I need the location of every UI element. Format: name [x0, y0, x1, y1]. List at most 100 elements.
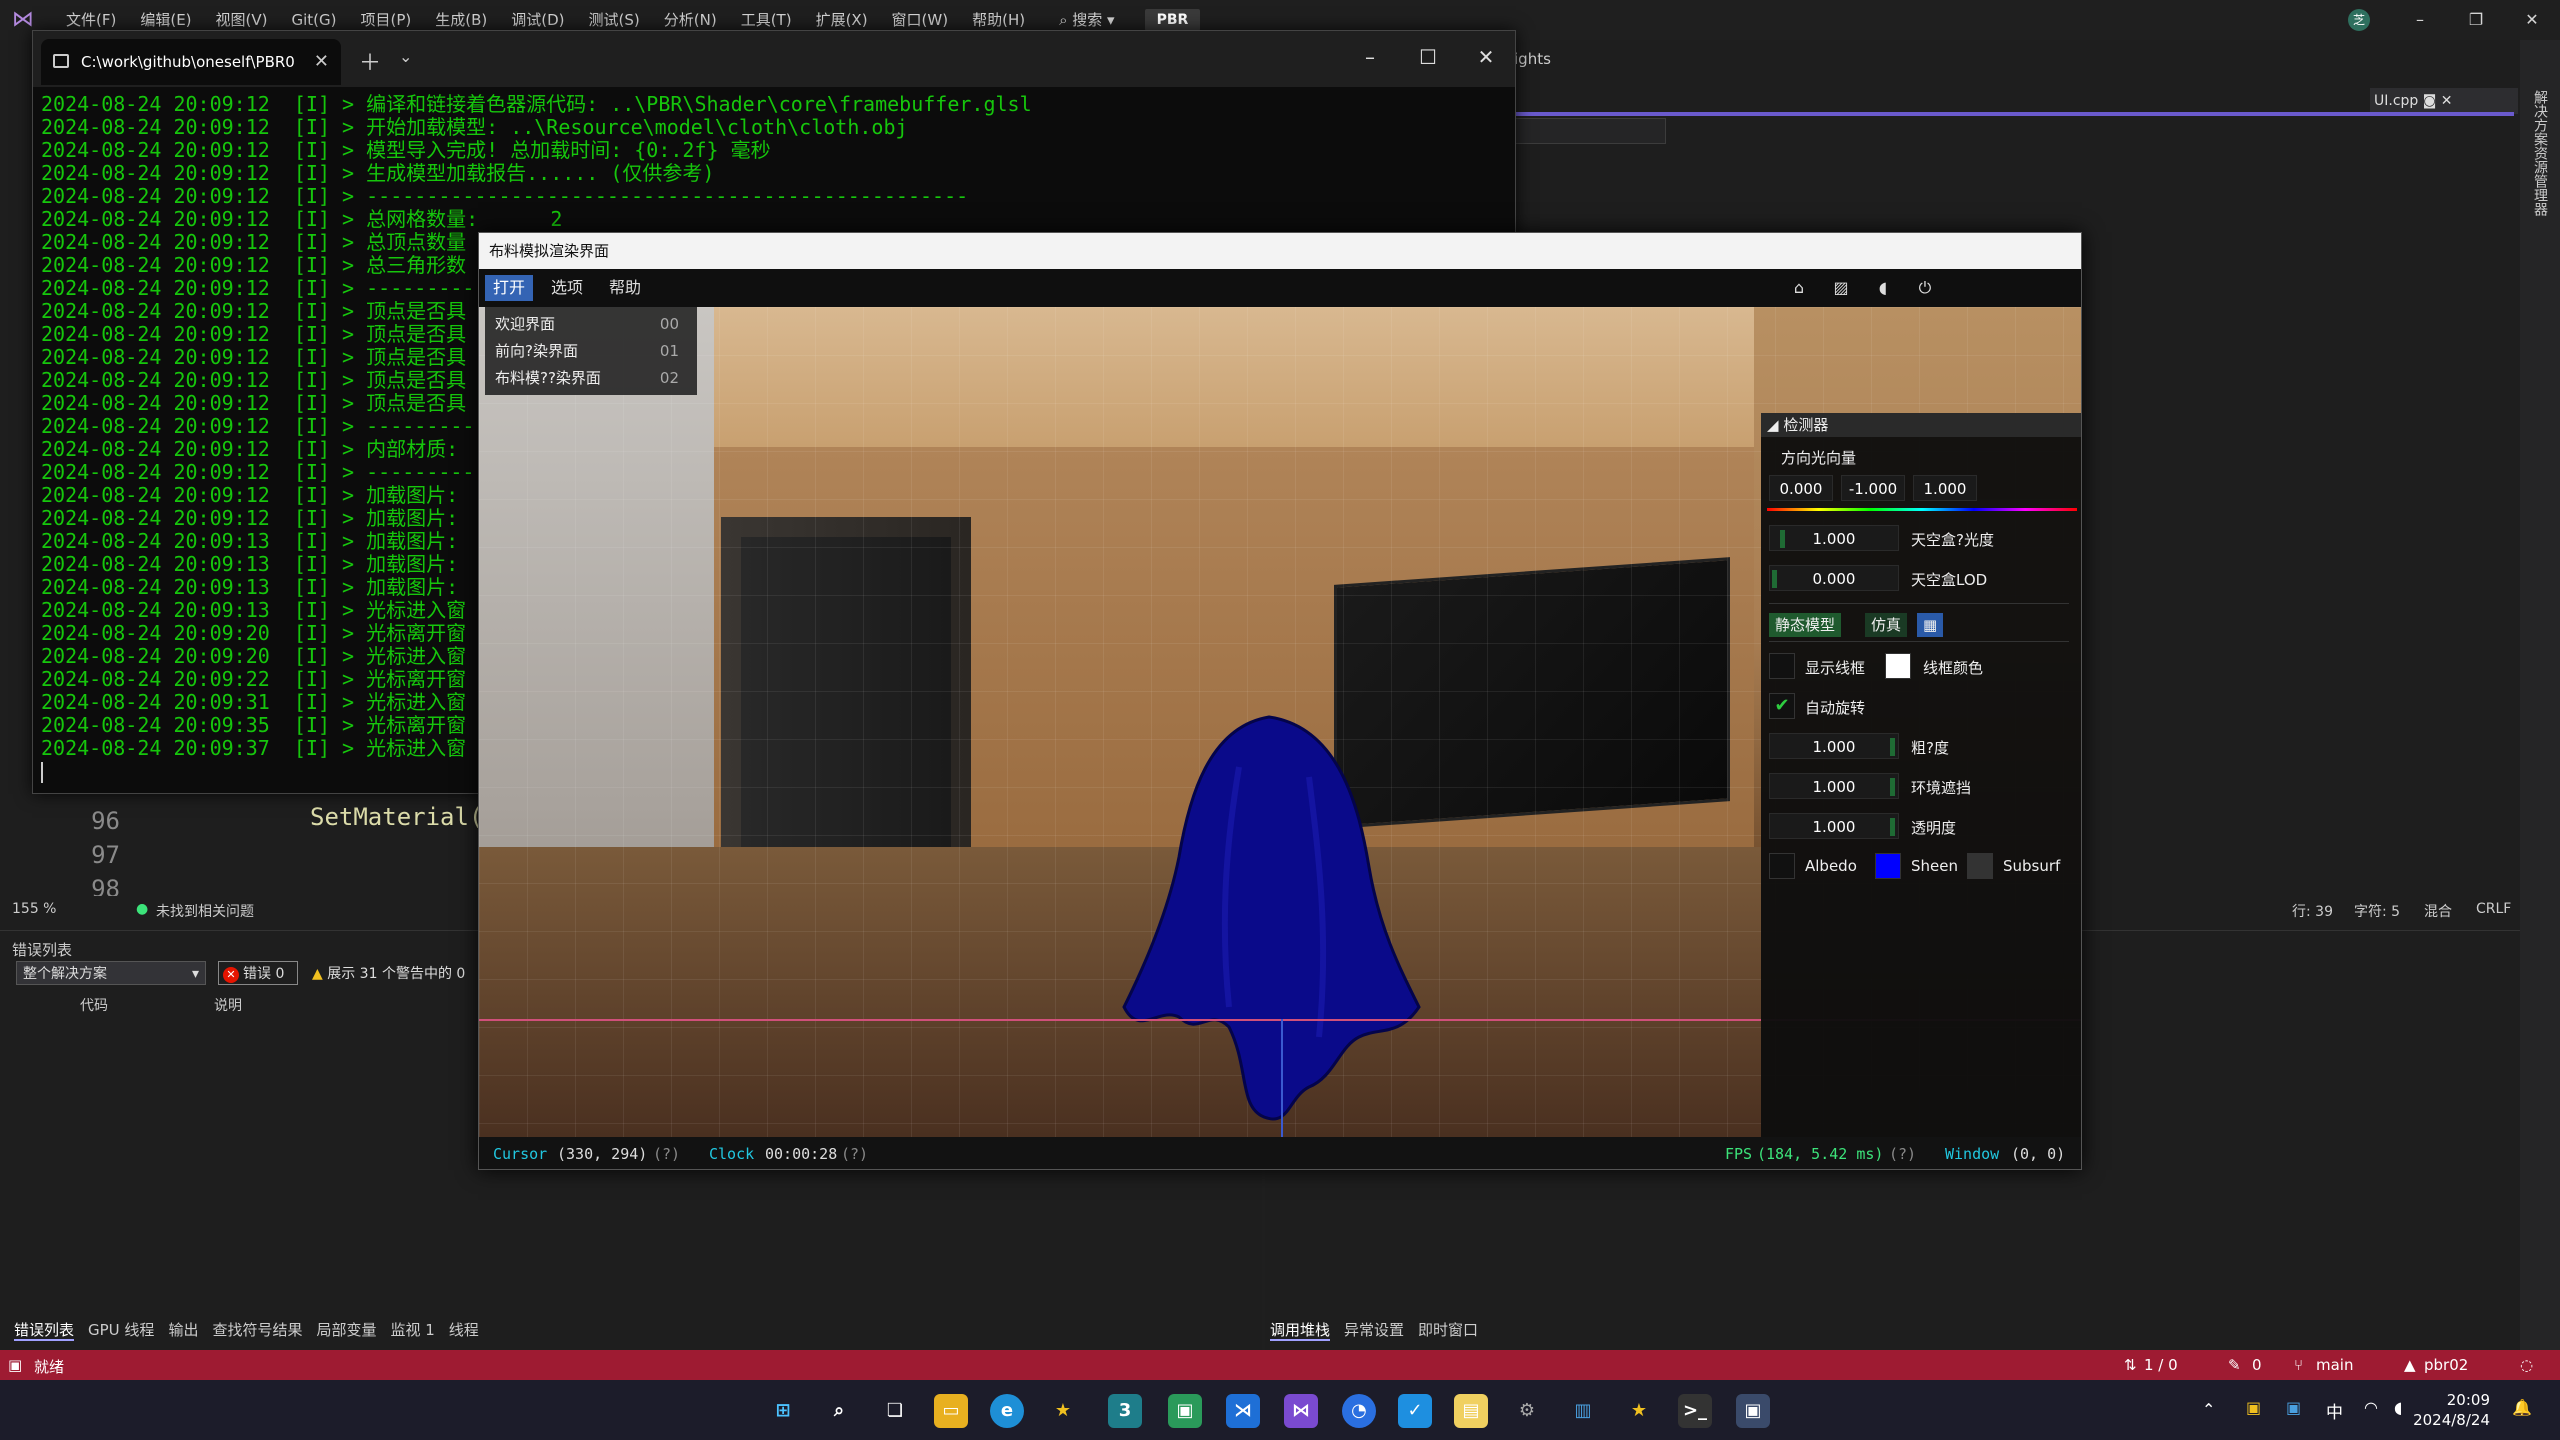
bell-icon[interactable]: 🔔	[2512, 1398, 2532, 1417]
task-view-icon[interactable]: ❏	[878, 1394, 912, 1428]
cloth-model	[1122, 715, 1421, 1121]
column-header-code[interactable]: 代码	[80, 995, 108, 1015]
issues-text[interactable]: 未找到相关问题	[156, 901, 254, 921]
light-dir-y[interactable]: -1.000	[1841, 475, 1905, 501]
tray-app-icon[interactable]: ▣	[2246, 1398, 2261, 1417]
warning-filter-button[interactable]: ▲ 展示 31 个警告中的 0	[312, 963, 465, 983]
tab-error-list[interactable]: 错误列表	[14, 1321, 75, 1341]
line-ending-mix[interactable]: 混合	[2424, 901, 2452, 921]
file-explorer-icon[interactable]: ▭	[934, 1394, 968, 1428]
collapse-arrow-icon[interactable]: ◢	[1767, 416, 1779, 434]
scene-item-forward[interactable]: 前向?染界面 01	[495, 338, 685, 364]
clock-help-icon[interactable]: (?)	[841, 1145, 868, 1163]
roughness-slider[interactable]: 1.000	[1769, 733, 1899, 759]
light-dir-z[interactable]: 1.000	[1913, 475, 1977, 501]
tab-output[interactable]: 输出	[168, 1321, 198, 1339]
subsurf-swatch[interactable]	[1967, 853, 1993, 879]
ao-slider[interactable]: 1.000	[1769, 773, 1899, 799]
chevron-down-icon[interactable]: ⌄	[399, 47, 412, 66]
notes-icon[interactable]: ▤	[1454, 1394, 1488, 1428]
render-viewport[interactable]: ◢ 检测器 方向光向量 0.000 -1.000 1.000 1.000 天空盒…	[479, 307, 2081, 1137]
tab-watch[interactable]: 监视 1	[390, 1321, 434, 1339]
skybox-lod-slider[interactable]: 0.000	[1769, 565, 1899, 591]
tray-chevron-icon[interactable]: ⌃	[2202, 1400, 2215, 1419]
star-app-icon[interactable]: ★	[1622, 1394, 1656, 1428]
scene-item-cloth[interactable]: 布料模??染界面 02	[495, 365, 685, 391]
terminal-icon[interactable]: >_	[1678, 1394, 1712, 1428]
maximize-icon[interactable]: ☐	[1399, 31, 1457, 83]
visual-studio-icon[interactable]: ⋈	[1284, 1394, 1318, 1428]
notification-icon[interactable]: ◌	[2520, 1356, 2533, 1374]
eol-type[interactable]: CRLF	[2476, 901, 2511, 917]
volume-icon[interactable]: ◖	[2394, 1398, 2402, 1417]
solution-name-badge[interactable]: PBR	[1144, 9, 1201, 31]
settings-gear-icon[interactable]: ⚙	[1510, 1394, 1544, 1428]
menu-open[interactable]: 打开	[485, 275, 534, 301]
minimize-icon[interactable]: –	[1341, 31, 1399, 83]
tab-call-stack[interactable]: 调用堆栈	[1270, 1321, 1331, 1341]
light-dir-x[interactable]: 0.000	[1769, 475, 1833, 501]
power-icon[interactable]: ⏻	[1915, 278, 1935, 298]
document-tab-ui-cpp[interactable]: UI.cpp ◙ ✕	[2370, 88, 2518, 114]
grid-view-icon[interactable]: ▦	[1917, 613, 1943, 637]
tray-clock[interactable]: 20:09 2024/8/24	[2413, 1390, 2490, 1430]
git-branch[interactable]: main	[2316, 1356, 2353, 1374]
menu-help[interactable]: 帮助	[601, 275, 649, 301]
scope-dropdown[interactable]: 整个解决方案 ▾	[16, 961, 206, 985]
pending-changes[interactable]: 0	[2252, 1356, 2262, 1374]
restore-icon[interactable]: ❐	[2448, 0, 2504, 40]
show-wireframe-checkbox[interactable]	[1769, 653, 1795, 679]
tab-threads[interactable]: 线程	[449, 1321, 479, 1339]
menu-options[interactable]: 选项	[543, 275, 591, 301]
tab-exception-settings[interactable]: 异常设置	[1344, 1321, 1404, 1339]
render-app-icon[interactable]: ▣	[1736, 1394, 1770, 1428]
monitor-icon[interactable]: ▥	[1566, 1394, 1600, 1428]
close-icon[interactable]: ✕	[2504, 0, 2560, 40]
tray-vs-icon[interactable]: ▣	[2286, 1398, 2301, 1417]
home-icon[interactable]: ⌂	[1789, 278, 1809, 298]
tab-immediate[interactable]: 即时窗口	[1418, 1321, 1478, 1339]
zoom-level[interactable]: 155 %	[12, 901, 56, 917]
tab-simulation[interactable]: 仿真	[1865, 613, 1908, 637]
skybox-brightness-slider[interactable]: 1.000	[1769, 525, 1899, 551]
terminal-tab[interactable]: C:\work\github\oneself\PBR0 ✕	[41, 39, 341, 85]
wire-color-swatch[interactable]	[1885, 653, 1911, 679]
tab-gpu-threads[interactable]: GPU 线程	[88, 1321, 154, 1339]
git-repo[interactable]: pbr02	[2424, 1356, 2468, 1374]
auto-rotate-checkbox[interactable]: ✔	[1769, 693, 1795, 719]
new-tab-icon[interactable]: ＋	[359, 45, 381, 77]
tab-find-symbol[interactable]: 查找符号结果	[212, 1321, 302, 1339]
chat-icon[interactable]: ◔	[1342, 1394, 1376, 1428]
albedo-swatch[interactable]	[1769, 853, 1795, 879]
tab-static-model[interactable]: 静态模型	[1769, 613, 1842, 637]
error-filter-button[interactable]: ✕ 错误 0	[218, 961, 298, 985]
transparency-slider[interactable]: 1.000	[1769, 813, 1899, 839]
tab-locals[interactable]: 局部变量	[316, 1321, 376, 1339]
scene-item-welcome[interactable]: 欢迎界面 00	[495, 311, 685, 337]
search-icon[interactable]: ⌕	[822, 1394, 856, 1428]
vscode-icon[interactable]: ⋊	[1226, 1394, 1260, 1428]
cursor-help-icon[interactable]: (?)	[653, 1145, 680, 1163]
ime-indicator[interactable]: 中	[2326, 1398, 2343, 1423]
mail-icon[interactable]: ✓	[1398, 1394, 1432, 1428]
column-header-desc[interactable]: 说明	[214, 995, 242, 1015]
favorites-icon[interactable]: ★	[1046, 1394, 1080, 1428]
code-line[interactable]: SetMaterial(	[310, 800, 483, 834]
inspector-header[interactable]: ◢ 检测器	[1761, 413, 2081, 437]
fps-help-icon[interactable]: (?)	[1889, 1145, 1916, 1163]
start-icon[interactable]: ⊞	[766, 1394, 800, 1428]
sheen-swatch[interactable]	[1875, 853, 1901, 879]
wifi-icon[interactable]: ◠	[2364, 1398, 2378, 1417]
volume-icon[interactable]: ◖	[1873, 278, 1893, 298]
photos-icon[interactable]: ▣	[1168, 1394, 1202, 1428]
account-avatar[interactable]: 芝	[2348, 9, 2370, 31]
edge-icon[interactable]: e	[990, 1394, 1024, 1428]
app-3-icon[interactable]: 3	[1108, 1394, 1142, 1428]
commits-updown[interactable]: 1 / 0	[2144, 1356, 2178, 1374]
minimize-icon[interactable]: –	[2392, 0, 2448, 40]
close-tab-icon[interactable]: ✕	[314, 39, 329, 85]
image-icon[interactable]: ▨	[1831, 278, 1851, 298]
close-icon[interactable]: ✕	[1457, 31, 1515, 83]
navigation-dropdown[interactable]	[1514, 118, 1666, 144]
solution-explorer-strip[interactable]: 解决方案资源管理器	[2520, 40, 2560, 1350]
